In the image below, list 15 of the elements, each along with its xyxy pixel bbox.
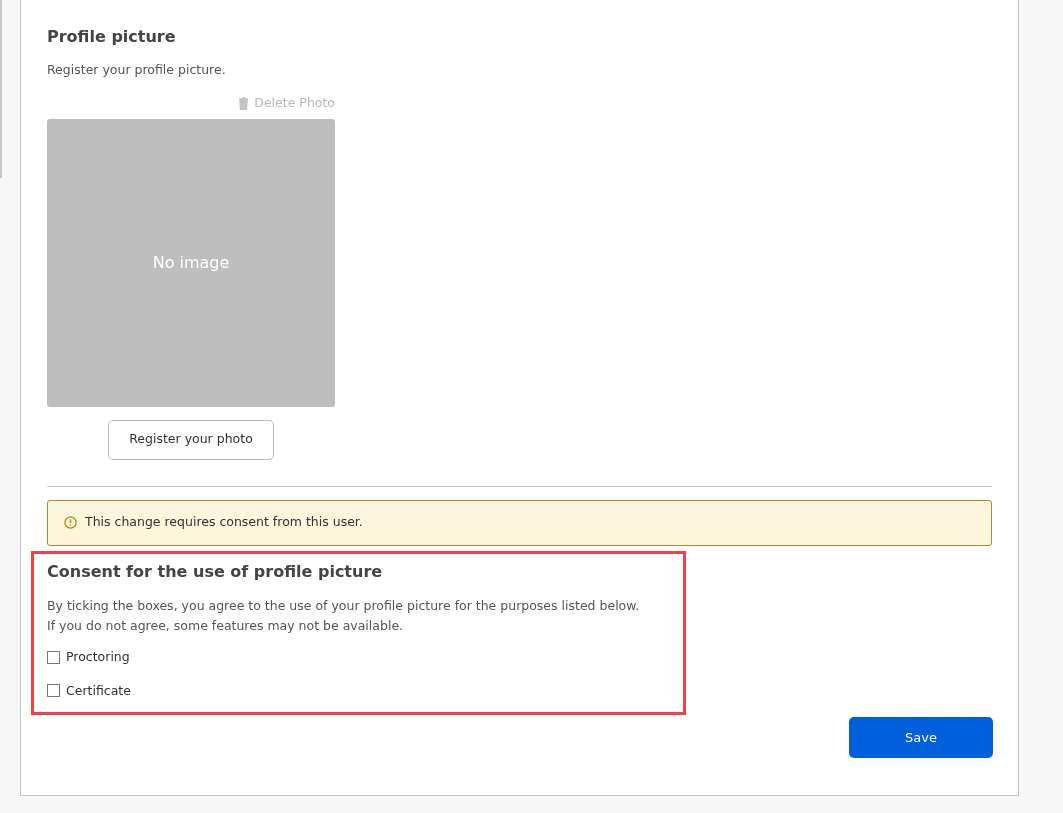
register-photo-button[interactable]: Register your photo [108, 419, 274, 460]
consent-description: By ticking the boxes, you agree to the use of your profile picture for the purposes listed below. [47, 597, 640, 614]
checkbox-label: Certificate [66, 681, 131, 700]
notice-text: This change requires consent from this user. [85, 513, 363, 532]
trash-icon [238, 97, 250, 111]
no-image-text: No image [152, 251, 230, 274]
consent-checkbox[interactable] [47, 650, 60, 664]
consent-checkbox[interactable] [47, 684, 60, 698]
consent-title: Consent for the use of profile picture [47, 560, 383, 583]
consent-description: If you do not agree, some features may not be available. [47, 617, 405, 634]
checkbox-label: Proctoring [66, 647, 130, 666]
section-title: Profile picture [47, 26, 176, 48]
section-description: Register your profile picture. [47, 61, 226, 79]
warning-icon [64, 516, 77, 530]
save-button[interactable]: Save [849, 716, 993, 758]
